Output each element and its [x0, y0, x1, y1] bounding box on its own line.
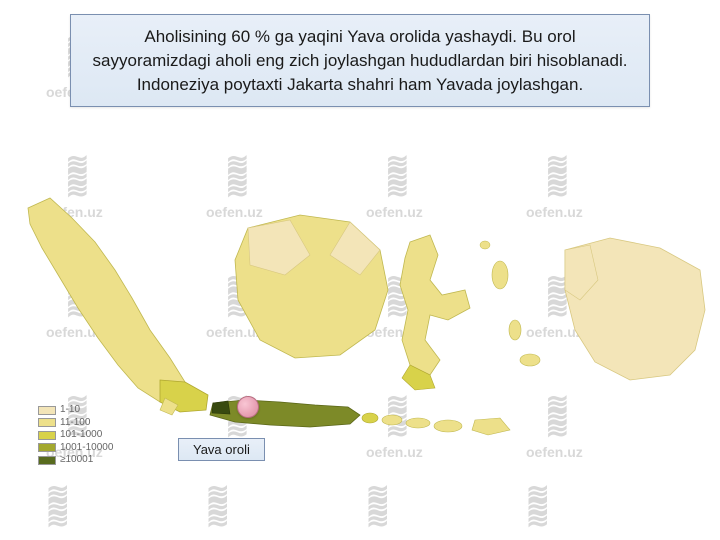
swatch-icon	[38, 431, 56, 440]
swatch-icon	[38, 406, 56, 415]
info-panel: Aholisining 60 % ga yaqini Yava orolida …	[70, 14, 650, 107]
legend-label: 1001-10000	[60, 442, 113, 455]
legend-row: 1-10	[38, 404, 113, 417]
legend-row: 11-100	[38, 417, 113, 430]
info-text: Aholisining 60 % ga yaqini Yava orolida …	[93, 27, 628, 94]
java-label-box: Yava oroli	[178, 438, 265, 461]
java-label-text: Yava oroli	[193, 442, 250, 457]
java-marker-icon	[237, 396, 259, 418]
legend-row: 101-1000	[38, 429, 113, 442]
indonesia-density-map	[10, 180, 710, 470]
swatch-icon	[38, 443, 56, 452]
swatch-icon	[38, 456, 56, 465]
map-legend: 1-10 11-100 101-1000 1001-10000 ≥10001	[38, 404, 113, 467]
legend-row: 1001-10000	[38, 442, 113, 455]
legend-label: 11-100	[60, 417, 90, 430]
legend-label: ≥10001	[60, 454, 93, 467]
legend-row: ≥10001	[38, 454, 113, 467]
swatch-icon	[38, 418, 56, 427]
legend-label: 101-1000	[60, 429, 102, 442]
legend-label: 1-10	[60, 404, 80, 417]
